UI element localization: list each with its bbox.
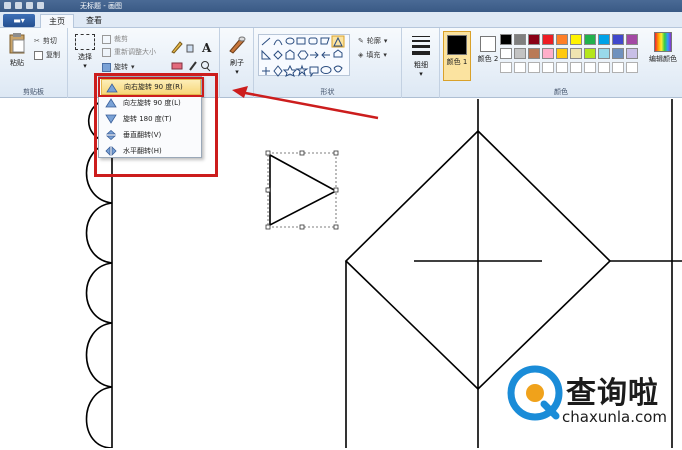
red-arrow-head xyxy=(232,86,248,98)
watermark-brand: 查询啦 xyxy=(566,376,659,411)
red-highlight-box-item xyxy=(98,77,204,97)
watermark-url: chaxunla.com xyxy=(562,408,667,426)
red-arrow xyxy=(239,90,379,120)
watermark: 查询啦 chaxunla.com xyxy=(506,364,682,448)
watermark-logo-icon xyxy=(507,365,563,421)
